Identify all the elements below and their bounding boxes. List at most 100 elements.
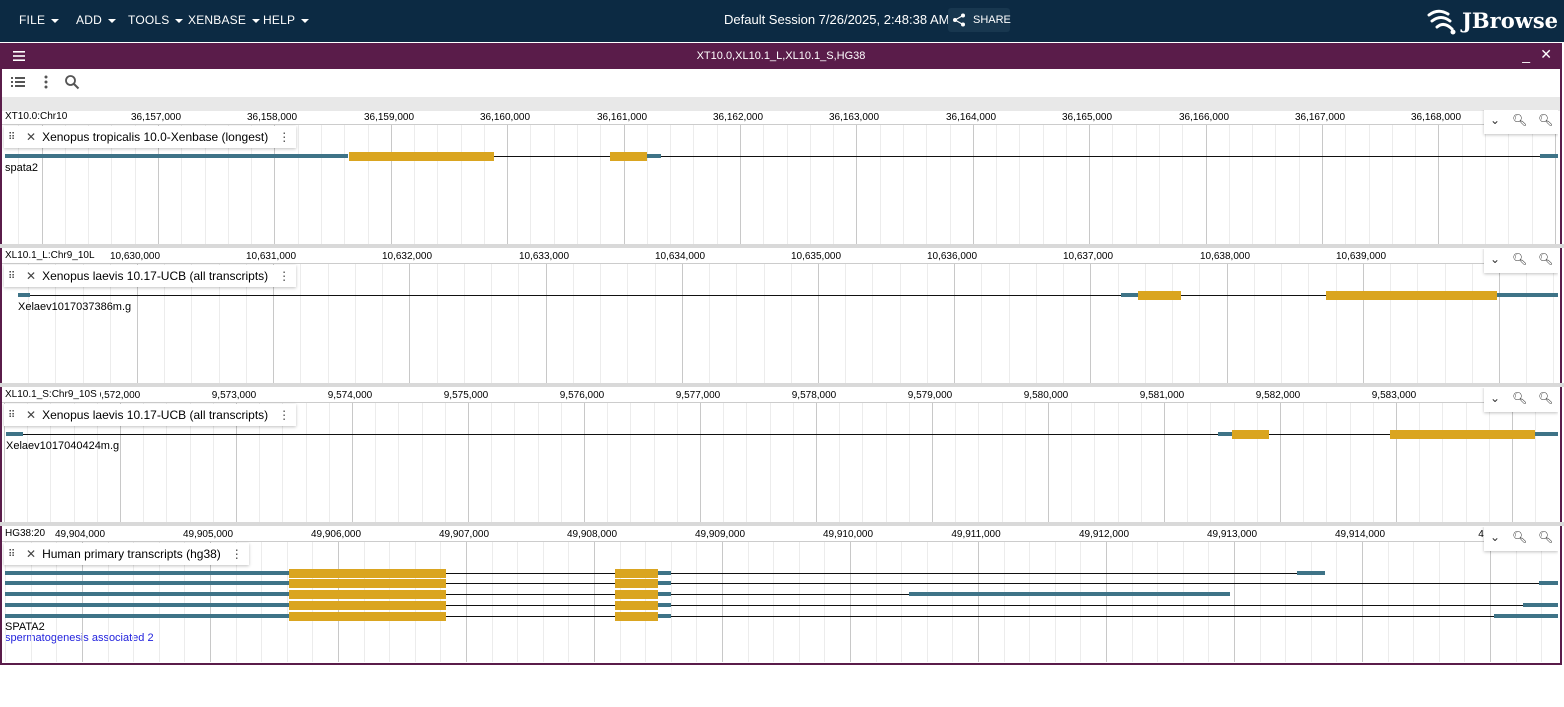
intron-line[interactable] [671,573,1297,574]
utr-exon[interactable] [1535,432,1558,436]
utr-exon[interactable] [5,614,289,618]
ruler[interactable]: 36,157,000 36,158,000 36,159,000 36,160,000… [2,110,1558,125]
intron-line[interactable] [671,605,1523,606]
utr-exon[interactable] [658,581,671,585]
utr-exon[interactable] [5,581,289,585]
intron-line[interactable] [671,616,1494,617]
cds-exon[interactable] [289,590,446,599]
cds-exon[interactable] [1390,430,1535,439]
cds-exon[interactable] [289,569,446,578]
utr-exon[interactable] [1539,581,1558,585]
cds-exon[interactable] [1232,430,1269,439]
drag-handle-icon[interactable]: ⠿ [8,410,20,421]
utr-exon[interactable] [1497,293,1558,297]
feature-label[interactable]: spata2 [5,162,38,174]
utr-exon[interactable] [658,603,671,607]
zoom-out-icon[interactable]: 🔍︎ [1512,252,1527,266]
drag-handle-icon[interactable]: ⠿ [8,132,20,143]
search-icon[interactable] [64,74,80,90]
drag-handle-icon[interactable]: ⠿ [8,271,20,282]
feature-label[interactable]: Xelaev1017040424m.g [6,440,119,452]
track-menu-icon[interactable]: ⋮ [231,547,243,561]
zoom-out-icon[interactable]: 🔍︎ [1512,113,1527,127]
zoom-in-icon[interactable]: 🔍︎ [1538,391,1553,405]
intron-line[interactable] [446,594,615,595]
more-options-icon[interactable] [38,74,54,90]
cds-exon[interactable] [615,579,658,588]
utr-exon[interactable] [1540,154,1558,158]
utr-exon[interactable] [909,592,1230,596]
ruler[interactable]: 10,630,000 10,631,000 10,632,000 10,633,000… [2,249,1558,264]
cds-exon[interactable] [615,601,658,610]
intron-line[interactable] [1181,295,1326,296]
menu-file[interactable]: FILE [19,0,60,40]
intron-line[interactable] [23,434,1218,435]
intron-line[interactable] [671,594,909,595]
intron-line[interactable] [446,583,615,584]
cds-exon[interactable] [615,569,658,578]
ruler[interactable]: 9,572,000 9,573,000 9,574,000 9,575,000 9,57… [2,388,1558,403]
close-view-icon[interactable]: ✕ [1540,46,1552,63]
utr-exon[interactable] [647,154,661,158]
session-title[interactable]: Default Session 7/26/2025, 2:48:38 AM [724,0,950,40]
zoom-in-icon[interactable]: 🔍︎ [1538,252,1553,266]
cds-exon[interactable] [1326,291,1497,300]
close-track-icon[interactable]: ✕ [26,130,36,144]
cds-exon[interactable] [289,601,446,610]
utr-exon[interactable] [5,592,289,596]
track-menu-icon[interactable]: ⋮ [278,269,290,283]
chevron-down-icon[interactable]: ⌄ [1490,113,1500,127]
cds-exon[interactable] [289,579,446,588]
utr-exon[interactable] [658,614,671,618]
close-track-icon[interactable]: ✕ [26,408,36,422]
utr-exon[interactable] [1297,571,1325,575]
zoom-in-icon[interactable]: 🔍︎ [1538,530,1553,544]
intron-line[interactable] [446,573,615,574]
chevron-down-icon[interactable]: ⌄ [1490,530,1500,544]
utr-exon[interactable] [5,571,289,575]
intron-line[interactable] [1269,434,1390,435]
intron-line[interactable] [661,156,1540,157]
close-track-icon[interactable]: ✕ [26,547,36,561]
cds-exon[interactable] [349,152,494,161]
minimize-icon[interactable]: _ [1522,47,1530,63]
cds-exon[interactable] [289,612,446,621]
menu-xenbase[interactable]: XENBASE [188,0,261,40]
menu-tools[interactable]: TOOLS [128,0,184,40]
utr-exon[interactable] [658,592,671,596]
cds-exon[interactable] [610,152,647,161]
cds-exon[interactable] [1138,291,1181,300]
utr-exon[interactable] [658,571,671,575]
zoom-out-icon[interactable]: 🔍︎ [1512,530,1527,544]
close-track-icon[interactable]: ✕ [26,269,36,283]
utr-exon[interactable] [1218,432,1232,436]
feature-label[interactable]: Xelaev1017037386m.g [18,301,131,313]
track-selector-icon[interactable] [10,74,26,90]
utr-exon[interactable] [1523,603,1558,607]
utr-exon[interactable] [5,154,348,158]
utr-exon[interactable] [6,432,23,436]
utr-exon[interactable] [18,293,30,297]
share-button[interactable]: SHARE [948,8,1011,32]
utr-exon[interactable] [5,603,289,607]
track-menu-icon[interactable]: ⋮ [278,130,290,144]
intron-line[interactable] [494,156,610,157]
intron-line[interactable] [446,616,615,617]
zoom-out-icon[interactable]: 🔍︎ [1512,391,1527,405]
intron-line[interactable] [671,583,1539,584]
chevron-down-icon[interactable]: ⌄ [1490,252,1500,266]
cds-exon[interactable] [615,612,658,621]
ruler[interactable]: 49,904,000 49,905,000 49,906,000 49,907,000… [2,527,1558,542]
chevron-down-icon[interactable]: ⌄ [1490,391,1500,405]
utr-exon[interactable] [1121,293,1138,297]
view-title[interactable]: XT10.0,XL10.1_L,XL10.1_S,HG38 [2,43,1560,69]
menu-help[interactable]: HELP [263,0,310,40]
zoom-in-icon[interactable]: 🔍︎ [1538,113,1553,127]
feature-label[interactable]: SPATA2 [5,621,45,633]
cds-exon[interactable] [615,590,658,599]
intron-line[interactable] [446,605,615,606]
menu-add[interactable]: ADD [76,0,116,40]
drag-handle-icon[interactable]: ⠿ [8,549,20,560]
intron-line[interactable] [30,295,1121,296]
track-menu-icon[interactable]: ⋮ [278,408,290,422]
